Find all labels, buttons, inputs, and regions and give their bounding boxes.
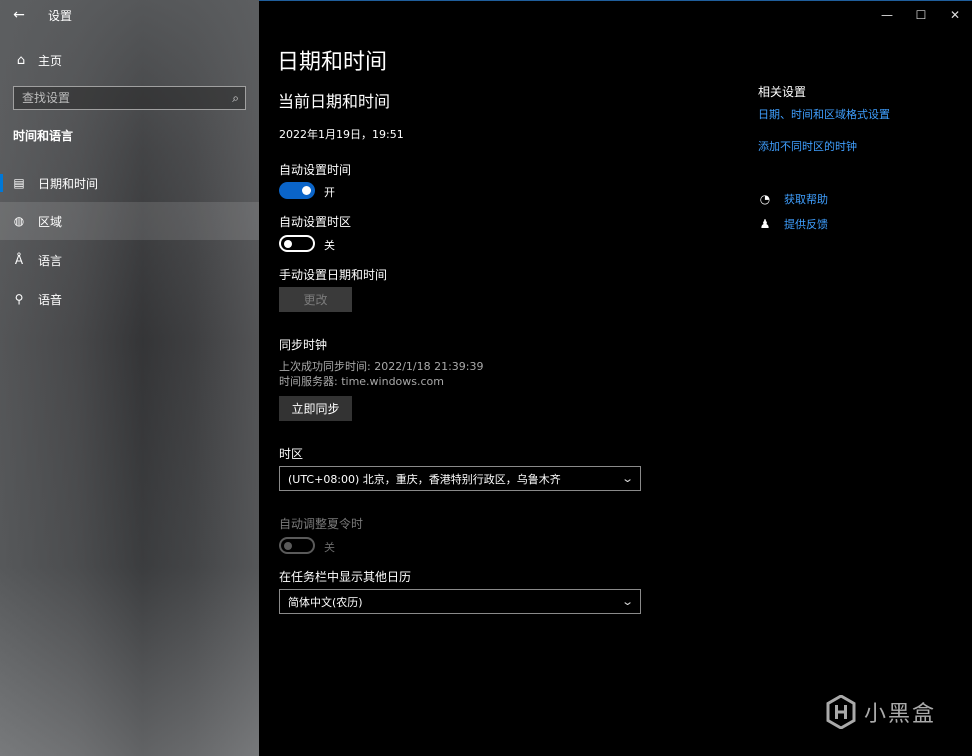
chevron-down-icon: ⌄ bbox=[620, 595, 634, 608]
related-settings-title: 相关设置 bbox=[758, 85, 807, 99]
last-sync-text: 上次成功同步时间: 2022/1/18 21:39:39 bbox=[279, 360, 484, 373]
main-panel: — ☐ ✕ 日期和时间 当前日期和时间 2022年1月19日，19:51 自动设… bbox=[259, 0, 972, 756]
window-top-border bbox=[259, 0, 972, 1]
sidebar: ← 设置 ⌂ 主页 ⌕ 时间和语言 ▤ 日期和时间 ◍ 区域 Å 语言 ⚲ 语音 bbox=[0, 0, 259, 756]
close-button[interactable]: ✕ bbox=[938, 0, 972, 30]
home-label: 主页 bbox=[38, 53, 63, 68]
search-input[interactable] bbox=[22, 91, 212, 105]
feedback-label: 提供反馈 bbox=[784, 218, 828, 231]
auto-timezone-state: 关 bbox=[324, 239, 335, 252]
minimize-button[interactable]: — bbox=[870, 0, 904, 30]
page-title: 日期和时间 bbox=[277, 50, 388, 75]
sidebar-item-label: 语音 bbox=[38, 292, 63, 307]
home-icon: ⌂ bbox=[16, 52, 26, 68]
search-icon[interactable]: ⌕ bbox=[232, 91, 239, 106]
calendar-value: 简体中文(农历) bbox=[288, 595, 363, 609]
language-icon: Å bbox=[14, 253, 24, 267]
maximize-button[interactable]: ☐ bbox=[904, 0, 938, 30]
manual-set-label: 手动设置日期和时间 bbox=[279, 268, 388, 282]
section-heading-current: 当前日期和时间 bbox=[278, 92, 391, 111]
back-button[interactable]: ← bbox=[0, 0, 38, 30]
app-title: 设置 bbox=[48, 8, 73, 23]
region-format-link[interactable]: 日期、时间和区域格式设置 bbox=[758, 106, 890, 122]
auto-timezone-label: 自动设置时区 bbox=[279, 215, 352, 229]
calendar-label: 在任务栏中显示其他日历 bbox=[279, 570, 412, 584]
dst-state: 关 bbox=[324, 541, 335, 554]
globe-icon: ◍ bbox=[13, 214, 25, 228]
dst-toggle[interactable] bbox=[279, 537, 315, 554]
search-box[interactable]: ⌕ bbox=[13, 86, 246, 110]
time-server-text: 时间服务器: time.windows.com bbox=[279, 375, 445, 388]
get-help-label: 获取帮助 bbox=[784, 193, 828, 206]
current-datetime: 2022年1月19日，19:51 bbox=[279, 128, 404, 141]
chevron-down-icon: ⌄ bbox=[620, 472, 634, 485]
microphone-icon: ⚲ bbox=[14, 292, 24, 306]
active-indicator bbox=[0, 174, 3, 192]
feedback-icon: ♟ bbox=[759, 217, 771, 231]
auto-time-toggle[interactable] bbox=[279, 182, 315, 199]
help-chat-icon: ◔ bbox=[759, 192, 771, 206]
calendar-dropdown[interactable]: 简体中文(农历) ⌄ bbox=[279, 589, 641, 614]
timezone-dropdown[interactable]: (UTC+08:00) 北京，重庆，香港特别行政区，乌鲁木齐 ⌄ bbox=[279, 466, 641, 491]
title-bar: ← 设置 bbox=[0, 0, 259, 30]
sidebar-item-label: 日期和时间 bbox=[38, 176, 99, 191]
sidebar-item-label: 语言 bbox=[38, 253, 63, 268]
watermark: 小黑盒 bbox=[826, 694, 937, 730]
sidebar-item-date-time[interactable]: ▤ 日期和时间 bbox=[0, 164, 259, 202]
window-controls: — ☐ ✕ bbox=[870, 0, 972, 30]
feedback-link[interactable]: ♟ 提供反馈 bbox=[758, 216, 828, 232]
sidebar-item-home[interactable]: ⌂ 主页 bbox=[14, 48, 62, 72]
auto-time-state: 开 bbox=[324, 186, 335, 199]
auto-time-label: 自动设置时间 bbox=[279, 163, 352, 177]
add-clock-link[interactable]: 添加不同时区的时钟 bbox=[758, 138, 857, 154]
sidebar-item-label: 区域 bbox=[38, 214, 63, 229]
change-button[interactable]: 更改 bbox=[279, 287, 352, 312]
back-arrow-icon: ← bbox=[13, 7, 25, 23]
sidebar-item-region[interactable]: ◍ 区域 bbox=[0, 202, 259, 240]
sidebar-item-speech[interactable]: ⚲ 语音 bbox=[0, 280, 259, 318]
watermark-text: 小黑盒 bbox=[864, 702, 937, 727]
sync-now-button[interactable]: 立即同步 bbox=[279, 396, 352, 421]
dst-label: 自动调整夏令时 bbox=[279, 517, 364, 531]
get-help-link[interactable]: ◔ 获取帮助 bbox=[758, 191, 828, 207]
section-title: 时间和语言 bbox=[13, 129, 74, 143]
timezone-value: (UTC+08:00) 北京，重庆，香港特别行政区，乌鲁木齐 bbox=[288, 472, 561, 486]
timezone-label: 时区 bbox=[279, 447, 304, 461]
xiaoheihe-logo-icon bbox=[826, 694, 856, 730]
auto-timezone-toggle[interactable] bbox=[279, 235, 315, 252]
sidebar-item-language[interactable]: Å 语言 bbox=[0, 241, 259, 279]
calendar-clock-icon: ▤ bbox=[13, 176, 25, 190]
sync-clock-label: 同步时钟 bbox=[279, 338, 328, 352]
